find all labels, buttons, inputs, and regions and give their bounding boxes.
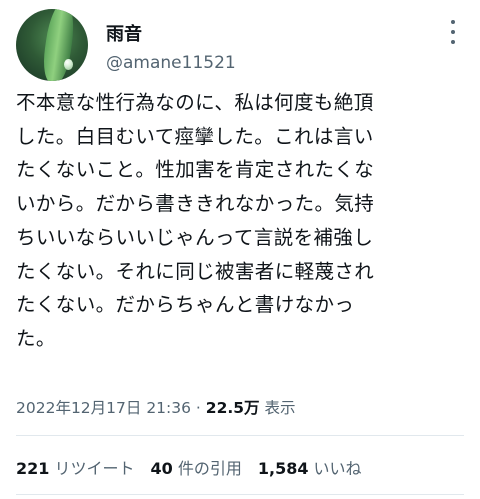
quotes-stat[interactable]: 40 件の引用 (151, 459, 242, 478)
more-options-icon[interactable] (445, 20, 461, 44)
retweets-count: 221 (16, 459, 50, 478)
views-count: 22.5万 (205, 399, 260, 417)
tweet-line: いから。だから書ききれなかった。気持 (16, 192, 375, 216)
likes-count: 1,584 (257, 459, 309, 478)
quotes-label: 件の引用 (172, 459, 242, 478)
tweet-line: たくないこと。性加害を肯定されたくな (16, 158, 375, 182)
divider (16, 435, 464, 436)
leaf-image (40, 9, 78, 81)
retweets-stat[interactable]: 221 リツイート (16, 459, 135, 478)
user-handle[interactable]: @amane11521 (106, 53, 236, 73)
meta-separator: · (191, 399, 206, 417)
tweet-line: した。白目むいて痙攣した。これは言い (16, 124, 374, 148)
likes-label: いいね (308, 459, 362, 478)
tweet-line: た。 (16, 326, 56, 350)
avatar[interactable] (16, 9, 88, 81)
timestamp-link[interactable]: 2022年12月17日 21:36 (16, 399, 191, 417)
tweet-meta: 2022年12月17日 21:36 · 22.5万 表示 (16, 396, 295, 418)
tweet-line: 不本意な性行為なのに、私は何度も絶頂 (16, 91, 374, 114)
water-drop-image (64, 59, 73, 70)
tweet-line: たくない。だからちゃんと書けなかっ (16, 293, 355, 317)
quotes-count: 40 (150, 459, 173, 478)
tweet-line: ちいいならいいじゃんって言説を補強し (16, 225, 374, 249)
retweets-label: リツイート (49, 459, 135, 478)
display-name[interactable]: 雨音 (106, 20, 142, 46)
engagement-stats: 221 リツイート 40 件の引用 1,584 いいね (16, 455, 378, 479)
likes-stat[interactable]: 1,584 いいね (258, 459, 362, 478)
tweet-line: たくない。それに同じ被害者に軽蔑され (16, 259, 375, 283)
tweet-text: 不本意な性行為なのに、私は何度も絶頂 した。白目むいて痙攣した。これは言い たく… (16, 86, 472, 356)
views-label: 表示 (259, 399, 296, 417)
divider (16, 494, 464, 495)
